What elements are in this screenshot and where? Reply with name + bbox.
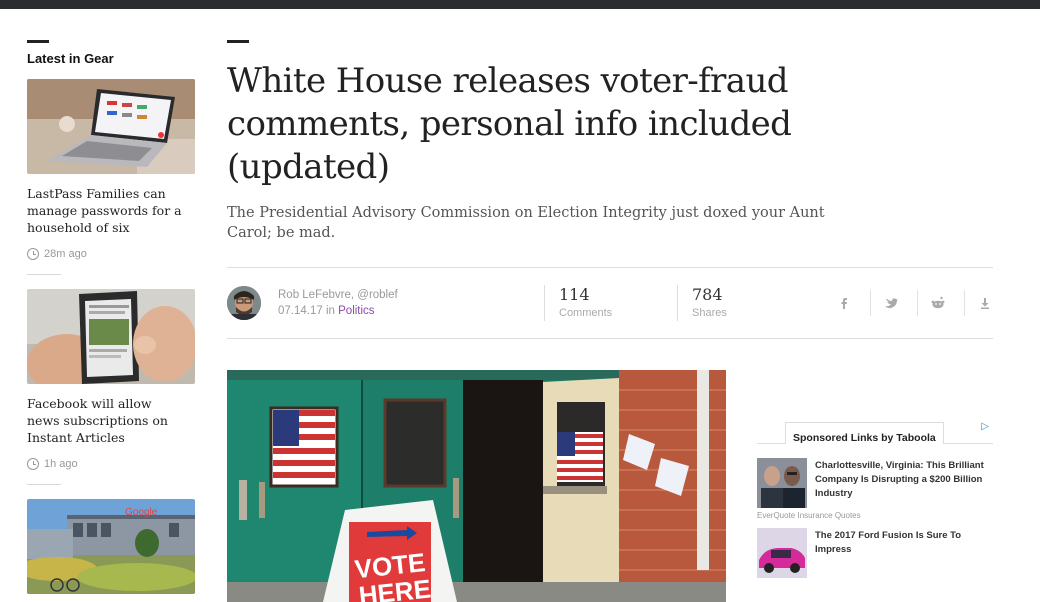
taboola-header: Sponsored Links by Taboola ▷ bbox=[757, 421, 993, 444]
section-dash bbox=[27, 40, 49, 43]
shares-count: 784 bbox=[692, 285, 723, 304]
author-avatar[interactable] bbox=[227, 286, 261, 320]
time-ago: 1h ago bbox=[44, 458, 78, 470]
sidebar-item[interactable]: Facebook will allow news subscriptions o… bbox=[27, 289, 197, 470]
category-link[interactable]: Politics bbox=[338, 305, 374, 317]
sponsored-title[interactable]: The 2017 Ford Fusion Is Sure To Impress bbox=[815, 529, 993, 557]
sidebar-item-title[interactable]: Facebook will allow news subscriptions o… bbox=[27, 395, 187, 446]
taboola-label[interactable]: Sponsored Links by Taboola bbox=[785, 422, 944, 444]
sidebar-item-time: 1h ago bbox=[27, 458, 197, 470]
share-divider bbox=[917, 290, 918, 316]
lastpass-laptop-thumbnail[interactable] bbox=[27, 79, 195, 174]
time-ago: 28m ago bbox=[44, 248, 87, 260]
shares-stat: 784 Shares bbox=[677, 285, 727, 321]
divider bbox=[27, 484, 61, 485]
date-value: 07.14.17 bbox=[278, 305, 323, 317]
sponsored-text[interactable]: The 2017 Ford Fusion Is Sure To Impress bbox=[815, 528, 993, 578]
sidebar-item[interactable]: Google bbox=[27, 499, 197, 594]
taboola-widget: Sponsored Links by Taboola ▷ Charlottesv… bbox=[757, 421, 993, 578]
sponsored-title[interactable]: Charlottesville, Virginia: This Brillian… bbox=[815, 459, 993, 501]
sidebar-item-title[interactable]: LastPass Families can manage passwords f… bbox=[27, 185, 187, 236]
facebook-icon[interactable] bbox=[835, 294, 853, 312]
download-icon[interactable] bbox=[976, 294, 994, 312]
share-divider bbox=[870, 290, 871, 316]
sponsored-thumbnail[interactable] bbox=[757, 528, 807, 578]
sidebar-item-time: 28m ago bbox=[27, 248, 197, 260]
twitter-icon[interactable] bbox=[882, 294, 900, 312]
article-date: 07.14.17 in Politics bbox=[278, 305, 375, 317]
comments-stat[interactable]: 114 Comments bbox=[544, 285, 612, 321]
clock-icon bbox=[27, 248, 39, 260]
article: White House releases voter-fraud comment… bbox=[227, 40, 993, 602]
section-dash bbox=[227, 40, 249, 43]
sidebar-item[interactable]: LastPass Families can manage passwords f… bbox=[27, 79, 197, 260]
svg-text:Google: Google bbox=[125, 507, 158, 518]
article-dek: The Presidential Advisory Commission on … bbox=[227, 205, 825, 241]
sponsored-item[interactable]: Charlottesville, Virginia: This Brillian… bbox=[757, 458, 993, 508]
adchoices-icon[interactable]: ▷ bbox=[981, 421, 989, 432]
comments-label: Comments bbox=[559, 307, 613, 319]
sponsored-thumbnail[interactable] bbox=[757, 458, 807, 508]
author-name[interactable]: Rob LeFebvre, @roblef bbox=[278, 289, 398, 301]
date-in: in bbox=[325, 305, 335, 317]
sponsored-item[interactable]: The 2017 Ford Fusion Is Sure To Impress bbox=[757, 528, 993, 578]
article-headline: White House releases voter-fraud comment… bbox=[227, 61, 792, 187]
reddit-icon[interactable] bbox=[929, 294, 947, 312]
share-divider bbox=[964, 290, 965, 316]
top-bar bbox=[0, 0, 1040, 9]
byline-bar: Rob LeFebvre, @roblef 07.14.17 in Politi… bbox=[227, 267, 993, 339]
phone-hand-thumbnail[interactable] bbox=[27, 289, 195, 384]
sidebar-latest-in-gear: Latest in Gear LastPass Families can man… bbox=[27, 40, 197, 594]
comments-count: 114 bbox=[559, 285, 590, 304]
sponsored-source: EverQuote Insurance Quotes bbox=[757, 511, 861, 520]
sponsored-text[interactable]: Charlottesville, Virginia: This Brillian… bbox=[815, 458, 993, 508]
google-campus-thumbnail[interactable]: Google bbox=[27, 499, 195, 594]
sidebar-heading: Latest in Gear bbox=[27, 51, 114, 66]
shares-label: Shares bbox=[692, 307, 727, 319]
hero-image-vote-here: VOTE HERE bbox=[227, 370, 726, 602]
divider bbox=[27, 274, 61, 275]
clock-icon bbox=[27, 458, 39, 470]
